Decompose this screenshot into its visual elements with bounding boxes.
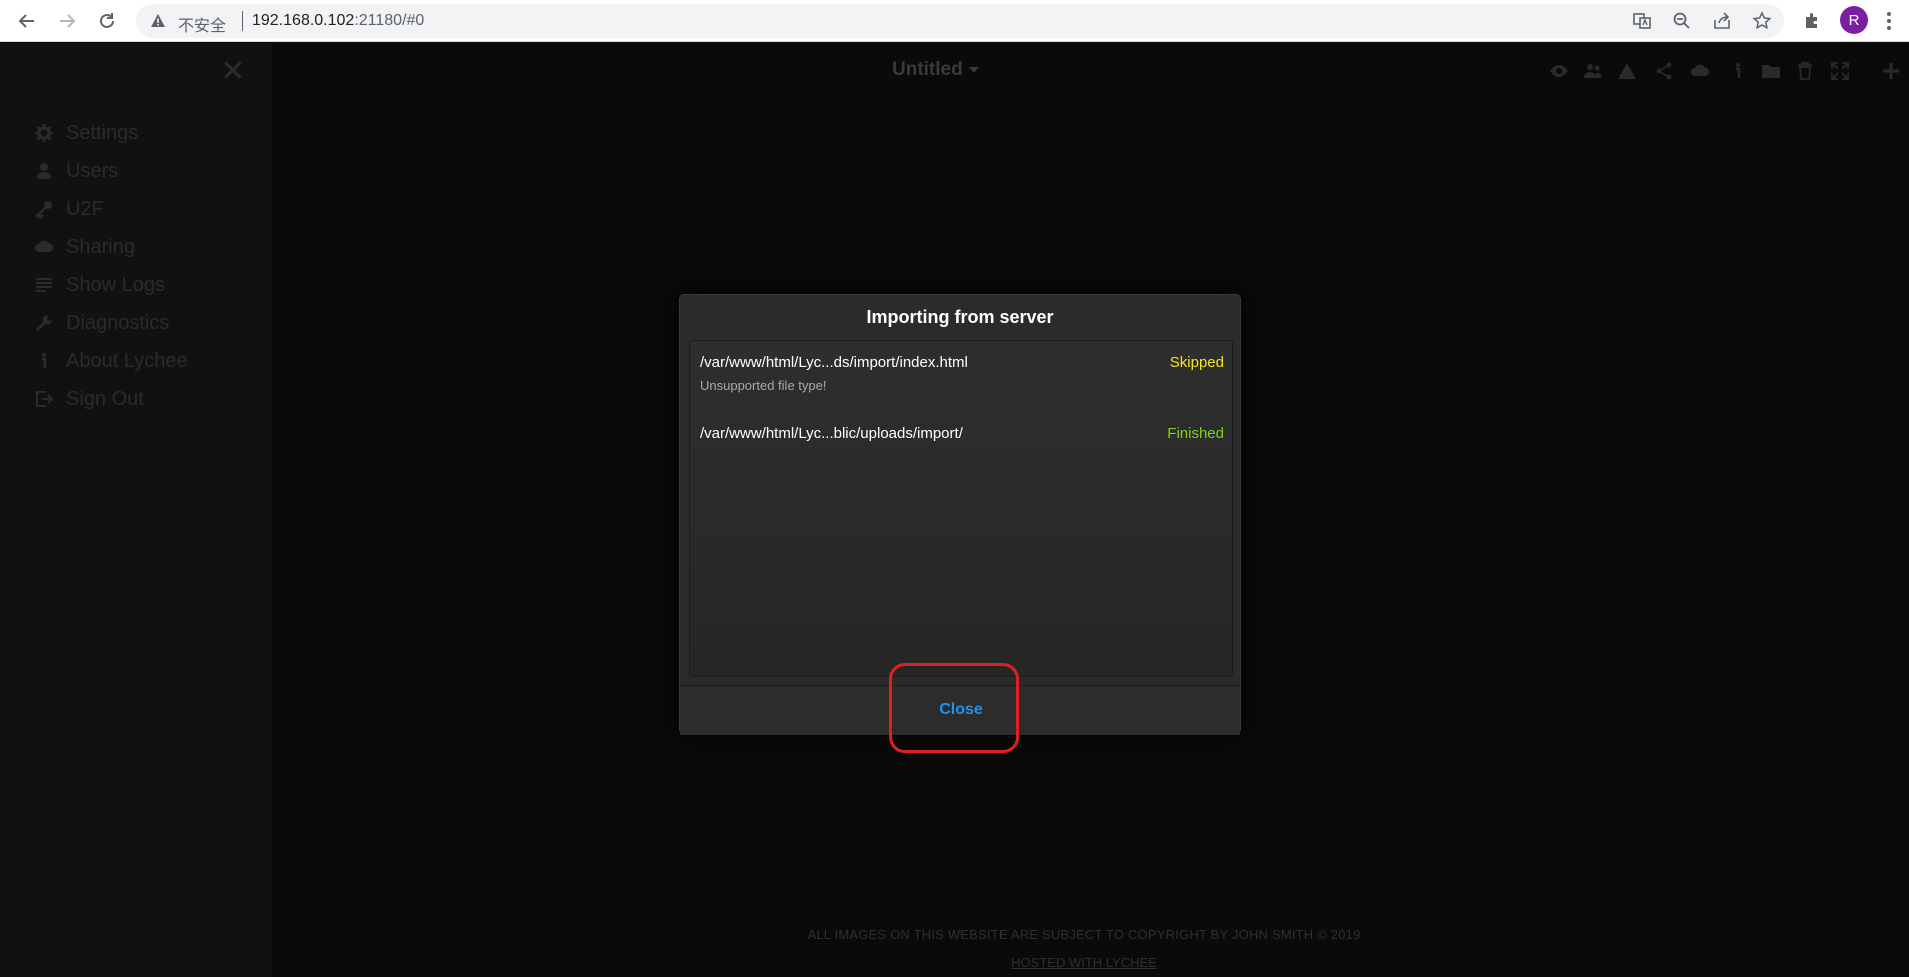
key-icon [34, 201, 52, 219]
reload-icon [100, 13, 114, 28]
dialog-footer: Close [680, 685, 1240, 735]
dialog-title: Importing from server [866, 307, 1054, 327]
close-button[interactable]: Close [921, 686, 1001, 734]
import-results-list[interactable]: /var/www/html/Lyc...ds/import/index.html… [689, 340, 1233, 677]
menu-item-about-lychee[interactable]: About Lychee [34, 342, 188, 380]
omnibox-divider [242, 11, 243, 31]
menu-label: Sharing [66, 235, 135, 258]
share-icon[interactable] [1654, 61, 1674, 81]
forward-icon [60, 14, 76, 28]
url-host: 192.168.0.102 [252, 12, 355, 29]
wrench-icon [36, 315, 52, 331]
hosted-with-lychee-link[interactable]: HOSTED WITH LYCHEE [0, 955, 1909, 970]
browser-toolbar: 不安全 192.168.0.102:21180/#0 R [0, 0, 1909, 42]
album-title[interactable]: Untitled [892, 59, 979, 81]
forward-button[interactable] [53, 7, 81, 35]
chevron-down-icon [968, 66, 979, 73]
menu-item-settings[interactable]: Settings [34, 114, 188, 152]
menu-label: Show Logs [66, 273, 165, 296]
plus-icon[interactable] [1881, 61, 1901, 81]
close-menu-icon[interactable]: ✕ [218, 57, 248, 87]
cloud-icon [35, 240, 54, 252]
gear-icon [35, 124, 53, 142]
import-path: /var/www/html/Lyc...blic/uploads/import/ [700, 425, 963, 442]
left-menu: ✕ Settings Users U2F Sharing Show Logs D… [0, 43, 272, 977]
share-icon[interactable] [1712, 11, 1732, 31]
import-note: Unsupported file type! [700, 378, 827, 393]
upload-icon[interactable] [1690, 61, 1710, 81]
star-icon[interactable] [1752, 11, 1772, 31]
status-skipped: Skipped [1169, 354, 1224, 371]
menu-label: Diagnostics [66, 311, 170, 334]
info-icon [42, 353, 47, 368]
sign-out-icon [36, 391, 54, 407]
menu-item-sharing[interactable]: Sharing [34, 228, 188, 266]
url-text[interactable]: 192.168.0.102:21180/#0 [252, 12, 424, 30]
import-dialog: Importing from server /var/www/html/Lyc.… [679, 294, 1241, 735]
warning-icon[interactable] [1617, 61, 1637, 81]
menu-label: About Lychee [66, 349, 188, 372]
status-finished: Finished [1167, 425, 1224, 442]
folder-icon[interactable] [1761, 61, 1781, 81]
more-icon[interactable] [1886, 10, 1892, 32]
list-icon [36, 278, 52, 292]
import-path: /var/www/html/Lyc...ds/import/index.html [700, 354, 968, 371]
warning-icon [151, 14, 165, 27]
zoom-out-icon[interactable] [1672, 11, 1692, 31]
menu-label: U2F [66, 197, 104, 220]
menu-item-users[interactable]: Users [34, 152, 188, 190]
menu-item-sign-out[interactable]: Sign Out [34, 380, 188, 418]
address-bar[interactable]: 不安全 192.168.0.102:21180/#0 [136, 4, 1784, 38]
menu-label: Users [66, 159, 119, 182]
trash-icon[interactable] [1795, 61, 1815, 81]
copyright-text: ALL IMAGES ON THIS WEBSITE ARE SUBJECT T… [807, 927, 1361, 942]
menu-item-u2f[interactable]: U2F [34, 190, 188, 228]
back-button[interactable] [13, 7, 41, 35]
info-icon[interactable] [1728, 61, 1748, 81]
reload-button[interactable] [93, 7, 121, 35]
security-label[interactable]: 不安全 [178, 12, 226, 36]
back-icon [18, 14, 34, 28]
menu-list: Settings Users U2F Sharing Show Logs Dia… [34, 114, 188, 418]
extensions-icon[interactable] [1802, 11, 1822, 31]
users-icon[interactable] [1583, 61, 1603, 81]
profile-avatar[interactable]: R [1840, 6, 1868, 34]
menu-item-show-logs[interactable]: Show Logs [34, 266, 188, 304]
menu-item-diagnostics[interactable]: Diagnostics [34, 304, 188, 342]
url-path: :21180/#0 [354, 12, 425, 29]
album-title-text: Untitled [892, 59, 963, 80]
user-icon [37, 163, 51, 179]
menu-label: Settings [66, 121, 139, 144]
fullscreen-icon[interactable] [1830, 61, 1850, 81]
menu-label: Sign Out [66, 387, 144, 410]
eye-icon[interactable] [1549, 61, 1569, 81]
translate-icon[interactable] [1632, 11, 1652, 31]
